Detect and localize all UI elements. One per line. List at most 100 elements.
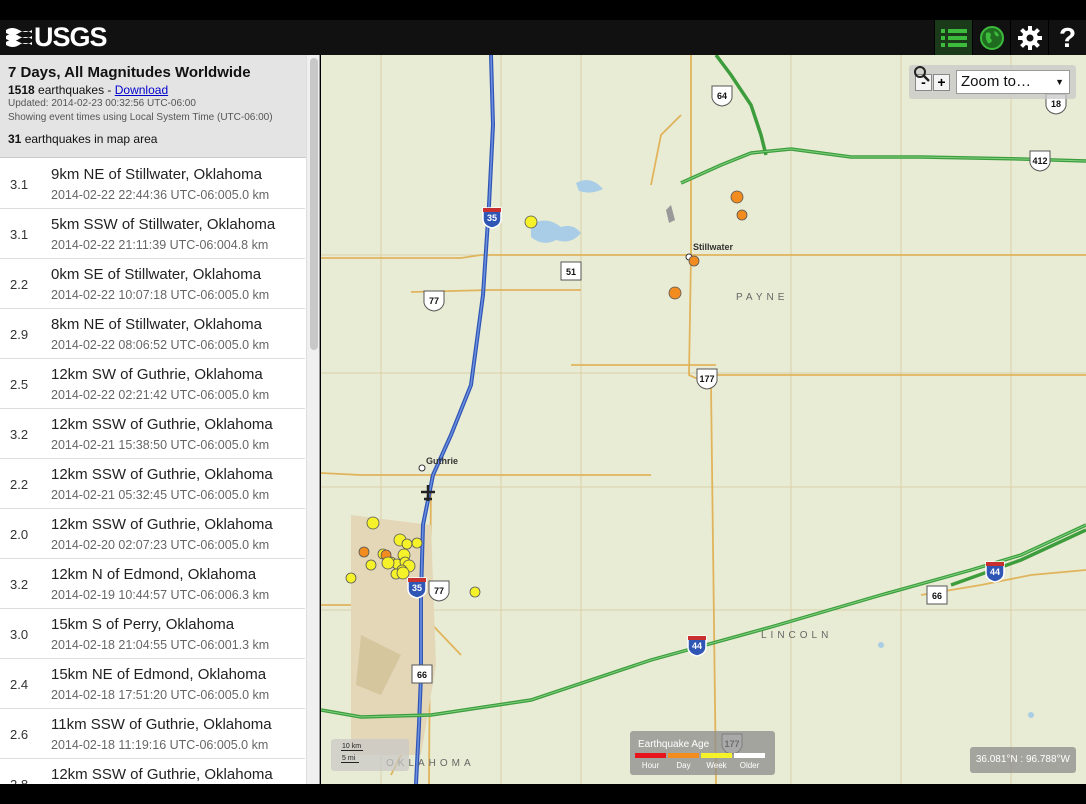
highway-shield-label: 64: [717, 91, 727, 101]
zoom-in-button[interactable]: +: [933, 73, 950, 91]
map-view[interactable]: Stillwater Guthrie PAYNE LINCOLN OKLAHOM…: [321, 55, 1086, 784]
county-label-payne: PAYNE: [736, 292, 788, 303]
scale-mi-label: 5 mi: [342, 755, 356, 762]
event-time-depth: 2014-02-19 10:44:57 UTC-06:006.3 km: [51, 588, 269, 602]
feed-count-suffix: earthquakes -: [34, 83, 115, 97]
event-place: 12km N of Edmond, Oklahoma: [51, 566, 257, 583]
event-time: 2014-02-19 10:44:57 UTC-06:00: [51, 588, 232, 602]
event-list-item[interactable]: 2.4 15km NE of Edmond, Oklahoma 2014-02-18…: [0, 659, 305, 709]
event-time-depth: 2014-02-20 02:07:23 UTC-06:005.0 km: [51, 538, 269, 552]
earthquake-marker[interactable]: [401, 538, 413, 550]
feed-summary: 7 Days, All Magnitudes Worldwide 1518 ea…: [0, 55, 319, 158]
highway-shield-label: 66: [932, 591, 942, 601]
event-list-item[interactable]: 2.2 0km SE of Stillwater, Oklahoma 2014-02…: [0, 259, 305, 309]
event-time-depth: 2014-02-22 22:44:36 UTC-06:005.0 km: [51, 188, 269, 202]
event-place: 12km SSW of Guthrie, Oklahoma: [51, 516, 273, 533]
event-time-depth: 2014-02-22 02:21:42 UTC-06:005.0 km: [51, 388, 269, 402]
highway-shield-label: 44: [692, 641, 702, 651]
event-list-item[interactable]: 3.1 9km NE of Stillwater, Oklahoma 2014-02…: [0, 159, 305, 209]
event-place: 12km SW of Guthrie, Oklahoma: [51, 366, 263, 383]
app-header: [0, 20, 1086, 55]
event-magnitude: 3.1: [10, 177, 29, 192]
event-list-item[interactable]: 3.1 5km SSW of Stillwater, Oklahoma 2014-0…: [0, 209, 305, 259]
earthquake-marker[interactable]: [366, 516, 380, 530]
earthquake-marker[interactable]: [524, 215, 538, 229]
highway-shield-label: 77: [429, 296, 439, 306]
event-list-item[interactable]: 3.0 15km S of Perry, Oklahoma 2014-02-18 2…: [0, 609, 305, 659]
list-icon[interactable]: [934, 20, 972, 55]
legend-label-week: Week: [706, 761, 727, 770]
legend-label-day: Day: [676, 761, 691, 770]
search-icon[interactable]: [913, 65, 931, 83]
event-time-depth: 2014-02-22 08:06:52 UTC-06:005.0 km: [51, 338, 269, 352]
event-list-item[interactable]: 2.2 12km SSW of Guthrie, Oklahoma 2014-02-…: [0, 459, 305, 509]
earthquake-marker[interactable]: [411, 537, 423, 549]
event-place: 8km NE of Stillwater, Oklahoma: [51, 316, 262, 333]
earthquake-marker[interactable]: [381, 556, 395, 570]
timezone-note: Showing event times using Local System T…: [8, 112, 273, 123]
zoom-to-select[interactable]: Zoom to… ▼: [956, 70, 1070, 94]
earthquake-marker[interactable]: [365, 559, 377, 571]
event-magnitude: 2.9: [10, 327, 29, 342]
gear-icon[interactable]: [1010, 20, 1048, 55]
event-depth: 5.0 km: [231, 488, 270, 502]
usgs-wave-icon: [6, 28, 32, 47]
event-depth: 5.0 km: [231, 338, 270, 352]
zoom-control: - + Zoom to… ▼: [909, 65, 1076, 99]
event-magnitude: 2.6: [10, 727, 29, 742]
earthquake-marker[interactable]: [668, 286, 682, 300]
event-list-item[interactable]: 3.2 12km N of Edmond, Oklahoma 2014-02-19 …: [0, 559, 305, 609]
event-time: 2014-02-22 10:07:18 UTC-06:00: [51, 288, 232, 302]
earthquake-marker[interactable]: [345, 572, 357, 584]
event-place: 12km SSW of Guthrie, Oklahoma: [51, 766, 273, 783]
event-magnitude: 2.0: [10, 527, 29, 542]
usgs-logo[interactable]: USGS: [6, 21, 108, 52]
event-magnitude: 2.2: [10, 277, 29, 292]
feed-title: 7 Days, All Magnitudes Worldwide: [8, 64, 251, 81]
event-time-depth: 2014-02-22 10:07:18 UTC-06:005.0 km: [51, 288, 269, 302]
event-list-item[interactable]: 2.6 11km SSW of Guthrie, Oklahoma 2014-02-…: [0, 709, 305, 759]
event-time-depth: 2014-02-18 21:04:55 UTC-06:001.3 km: [51, 638, 269, 652]
highway-shield-77: 77: [428, 580, 450, 602]
event-time: 2014-02-22 08:06:52 UTC-06:00: [51, 338, 232, 352]
event-depth: 5.0 km: [230, 738, 269, 752]
highway-shield-177: 177: [696, 368, 718, 390]
event-magnitude: 2.8: [10, 777, 28, 784]
earthquake-marker[interactable]: [736, 209, 748, 221]
in-area-suffix: earthquakes in map area: [21, 132, 158, 146]
highway-shield-35: 35: [407, 577, 427, 599]
download-link[interactable]: Download: [115, 83, 168, 97]
header-toolbar: ?: [934, 20, 1086, 55]
event-depth: 1.3 km: [231, 638, 270, 652]
earthquake-marker[interactable]: [688, 255, 700, 267]
earthquake-marker[interactable]: [469, 586, 481, 598]
updated-time: Updated: 2014-02-23 00:32:56 UTC-06:00: [8, 98, 196, 109]
highway-shield-label: 66: [417, 670, 427, 680]
event-list-item[interactable]: 2.0 12km SSW of Guthrie, Oklahoma 2014-02-…: [0, 509, 305, 559]
earthquake-marker[interactable]: [358, 546, 370, 558]
event-time-depth: 2014-02-21 15:38:50 UTC-06:005.0 km: [51, 438, 269, 452]
globe-icon[interactable]: [972, 20, 1010, 55]
highway-shield-label: 35: [487, 213, 497, 223]
event-time: 2014-02-20 02:07:23 UTC-06:00: [51, 538, 232, 552]
earthquake-marker[interactable]: [396, 566, 410, 580]
sidebar-scrollbar[interactable]: [306, 55, 319, 784]
highway-shield-44: 44: [985, 561, 1005, 583]
age-legend: Earthquake Age Hour Day Week Older: [630, 731, 775, 775]
earthquake-marker[interactable]: [730, 190, 744, 204]
highway-shield-label: 177: [699, 374, 714, 384]
event-place: 15km NE of Edmond, Oklahoma: [51, 666, 267, 683]
event-list-item[interactable]: 2.5 12km SW of Guthrie, Oklahoma 2014-02-2…: [0, 359, 305, 409]
scrollbar-thumb[interactable]: [310, 58, 318, 350]
event-list-item[interactable]: 2.9 8km NE of Stillwater, Oklahoma 2014-02…: [0, 309, 305, 359]
logo-text: USGS: [34, 21, 108, 52]
help-icon[interactable]: ?: [1048, 20, 1086, 55]
feed-count-line: 1518 earthquakes - Download: [8, 83, 311, 97]
in-area-count: 31: [8, 132, 22, 146]
event-list-item[interactable]: 2.8 12km SSW of Guthrie, Oklahoma: [0, 759, 305, 784]
highway-shield-66: 66: [411, 664, 433, 684]
dropdown-arrow-icon: ▼: [1055, 77, 1064, 87]
map-canvas[interactable]: Stillwater Guthrie PAYNE LINCOLN OKLAHOM…: [321, 55, 1086, 784]
event-list-item[interactable]: 3.2 12km SSW of Guthrie, Oklahoma 2014-02-…: [0, 409, 305, 459]
scale-bar-km: 10 km: [341, 743, 363, 751]
